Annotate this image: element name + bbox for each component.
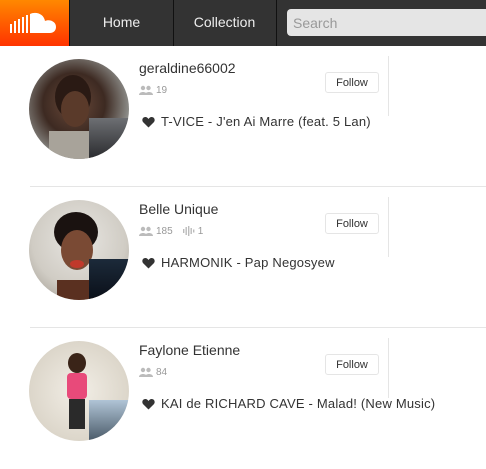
divider [388,197,389,257]
heart-icon [142,257,155,268]
followers-stat[interactable]: 185 [139,226,173,237]
liked-track[interactable]: KAI de RICHARD CAVE - Malad! (New Music) [142,396,435,411]
divider [388,338,389,398]
username-link[interactable]: Faylone Etienne [139,342,240,358]
avatar[interactable] [29,200,129,300]
username-link[interactable]: geraldine66002 [139,60,236,76]
tracks-stat[interactable]: 1 [182,225,204,237]
user-row: Faylone Etienne 84 Follow KAI de RICHARD… [0,328,486,469]
user-row: Belle Unique 185 1 Follow HARMONIK - Pap… [0,187,486,328]
heart-icon [142,398,155,409]
user-stats: 185 1 [139,224,213,238]
liked-track-title: HARMONIK - Pap Negosyew [161,255,335,270]
followers-stat[interactable]: 84 [139,367,167,378]
follow-button[interactable]: Follow [325,213,379,234]
followers-stat[interactable]: 19 [139,85,167,96]
liked-track-title: T-VICE - J'en Ai Marre (feat. 5 Lan) [161,114,371,129]
user-row: geraldine66002 19 Follow T-VICE - J'en A… [0,46,486,187]
tracks-count: 1 [197,225,204,237]
username-link[interactable]: Belle Unique [139,201,218,217]
soundcloud-logo[interactable] [0,0,69,46]
liked-track[interactable]: T-VICE - J'en Ai Marre (feat. 5 Lan) [142,114,371,129]
soundcloud-cloud-icon [10,12,56,33]
followers-count: 185 [156,225,173,237]
nav-collection[interactable]: Collection [173,0,277,46]
top-header: Home Collection [0,0,486,46]
followers-icon [139,85,153,95]
avatar[interactable] [29,341,129,441]
follow-button[interactable]: Follow [325,72,379,93]
nav-home[interactable]: Home [69,0,174,46]
liked-track-title: KAI de RICHARD CAVE - Malad! (New Music) [161,396,436,411]
followers-count: 19 [156,84,168,96]
liked-track[interactable]: HARMONIK - Pap Negosyew [142,255,335,270]
user-stats: 19 [139,83,177,97]
track-artwork-thumb[interactable] [89,400,129,441]
divider [388,56,389,116]
heart-icon [142,116,155,127]
avatar[interactable] [29,59,129,159]
waveform-icon [182,226,195,236]
followers-count: 84 [156,366,168,378]
search-input[interactable] [287,9,486,36]
track-artwork-thumb[interactable] [89,259,129,300]
track-artwork-thumb[interactable] [89,118,129,159]
followers-icon [139,367,153,377]
user-stats: 84 [139,365,177,379]
follow-button[interactable]: Follow [325,354,379,375]
followers-icon [139,226,153,236]
